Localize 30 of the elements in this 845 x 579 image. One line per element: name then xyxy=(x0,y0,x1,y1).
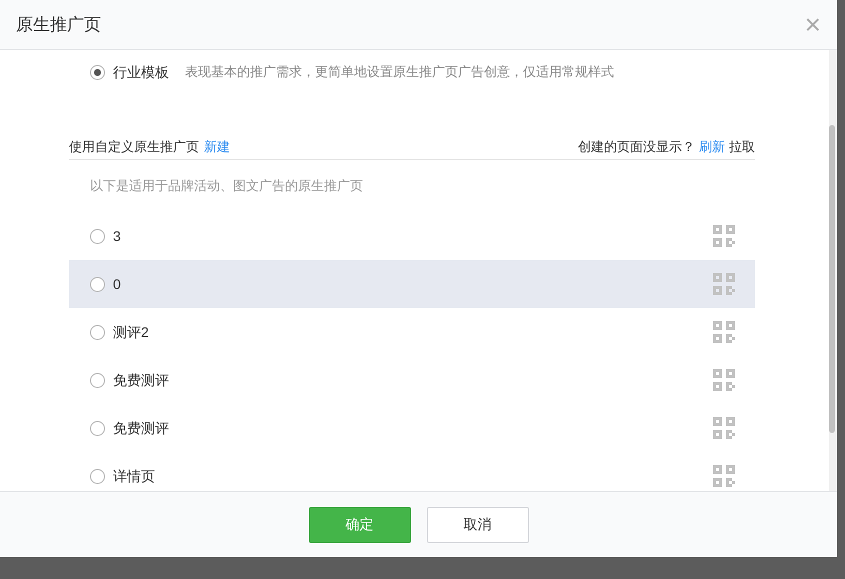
qr-code-icon[interactable] xyxy=(713,417,735,439)
radio-button[interactable] xyxy=(90,276,105,292)
page-name: 详情页 xyxy=(113,466,155,486)
radio-button[interactable] xyxy=(90,420,105,436)
page-name: 免费测评 xyxy=(113,370,169,390)
qr-code-icon[interactable] xyxy=(713,273,735,295)
qr-code-icon[interactable] xyxy=(713,369,735,391)
pull-link[interactable]: 拉取 xyxy=(729,136,755,156)
radio-button[interactable] xyxy=(90,324,105,340)
page-name: 免费测评 xyxy=(113,418,169,438)
scrollbar-track[interactable] xyxy=(829,50,837,491)
radio-button[interactable] xyxy=(90,64,105,80)
scrollbar-thumb[interactable] xyxy=(829,125,835,433)
hint-text: 创建的页面没显示？ xyxy=(578,138,695,156)
page-name: 测评2 xyxy=(113,322,149,342)
page-row[interactable]: 0 xyxy=(69,260,755,308)
qr-code-icon[interactable] xyxy=(713,321,735,343)
radio-button[interactable] xyxy=(90,372,105,388)
option-label: 行业模板 xyxy=(113,62,169,82)
radio-button[interactable] xyxy=(90,228,105,244)
list-hint: 以下是适用于品牌活动、图文广告的原生推广页 xyxy=(90,177,363,196)
option-description: 表现基本的推广需求，更简单地设置原生推广页广告创意，仅适用常规样式 xyxy=(185,63,614,82)
page-name: 3 xyxy=(113,226,121,246)
radio-button[interactable] xyxy=(90,468,105,484)
qr-code-icon[interactable] xyxy=(713,225,735,247)
dialog-title: 原生推广页 xyxy=(16,14,101,36)
section-title: 使用自定义原生推广页 xyxy=(69,138,199,156)
cancel-button[interactable]: 取消 xyxy=(426,506,528,542)
page-name: 0 xyxy=(113,274,121,294)
qr-code-icon[interactable] xyxy=(713,465,735,487)
